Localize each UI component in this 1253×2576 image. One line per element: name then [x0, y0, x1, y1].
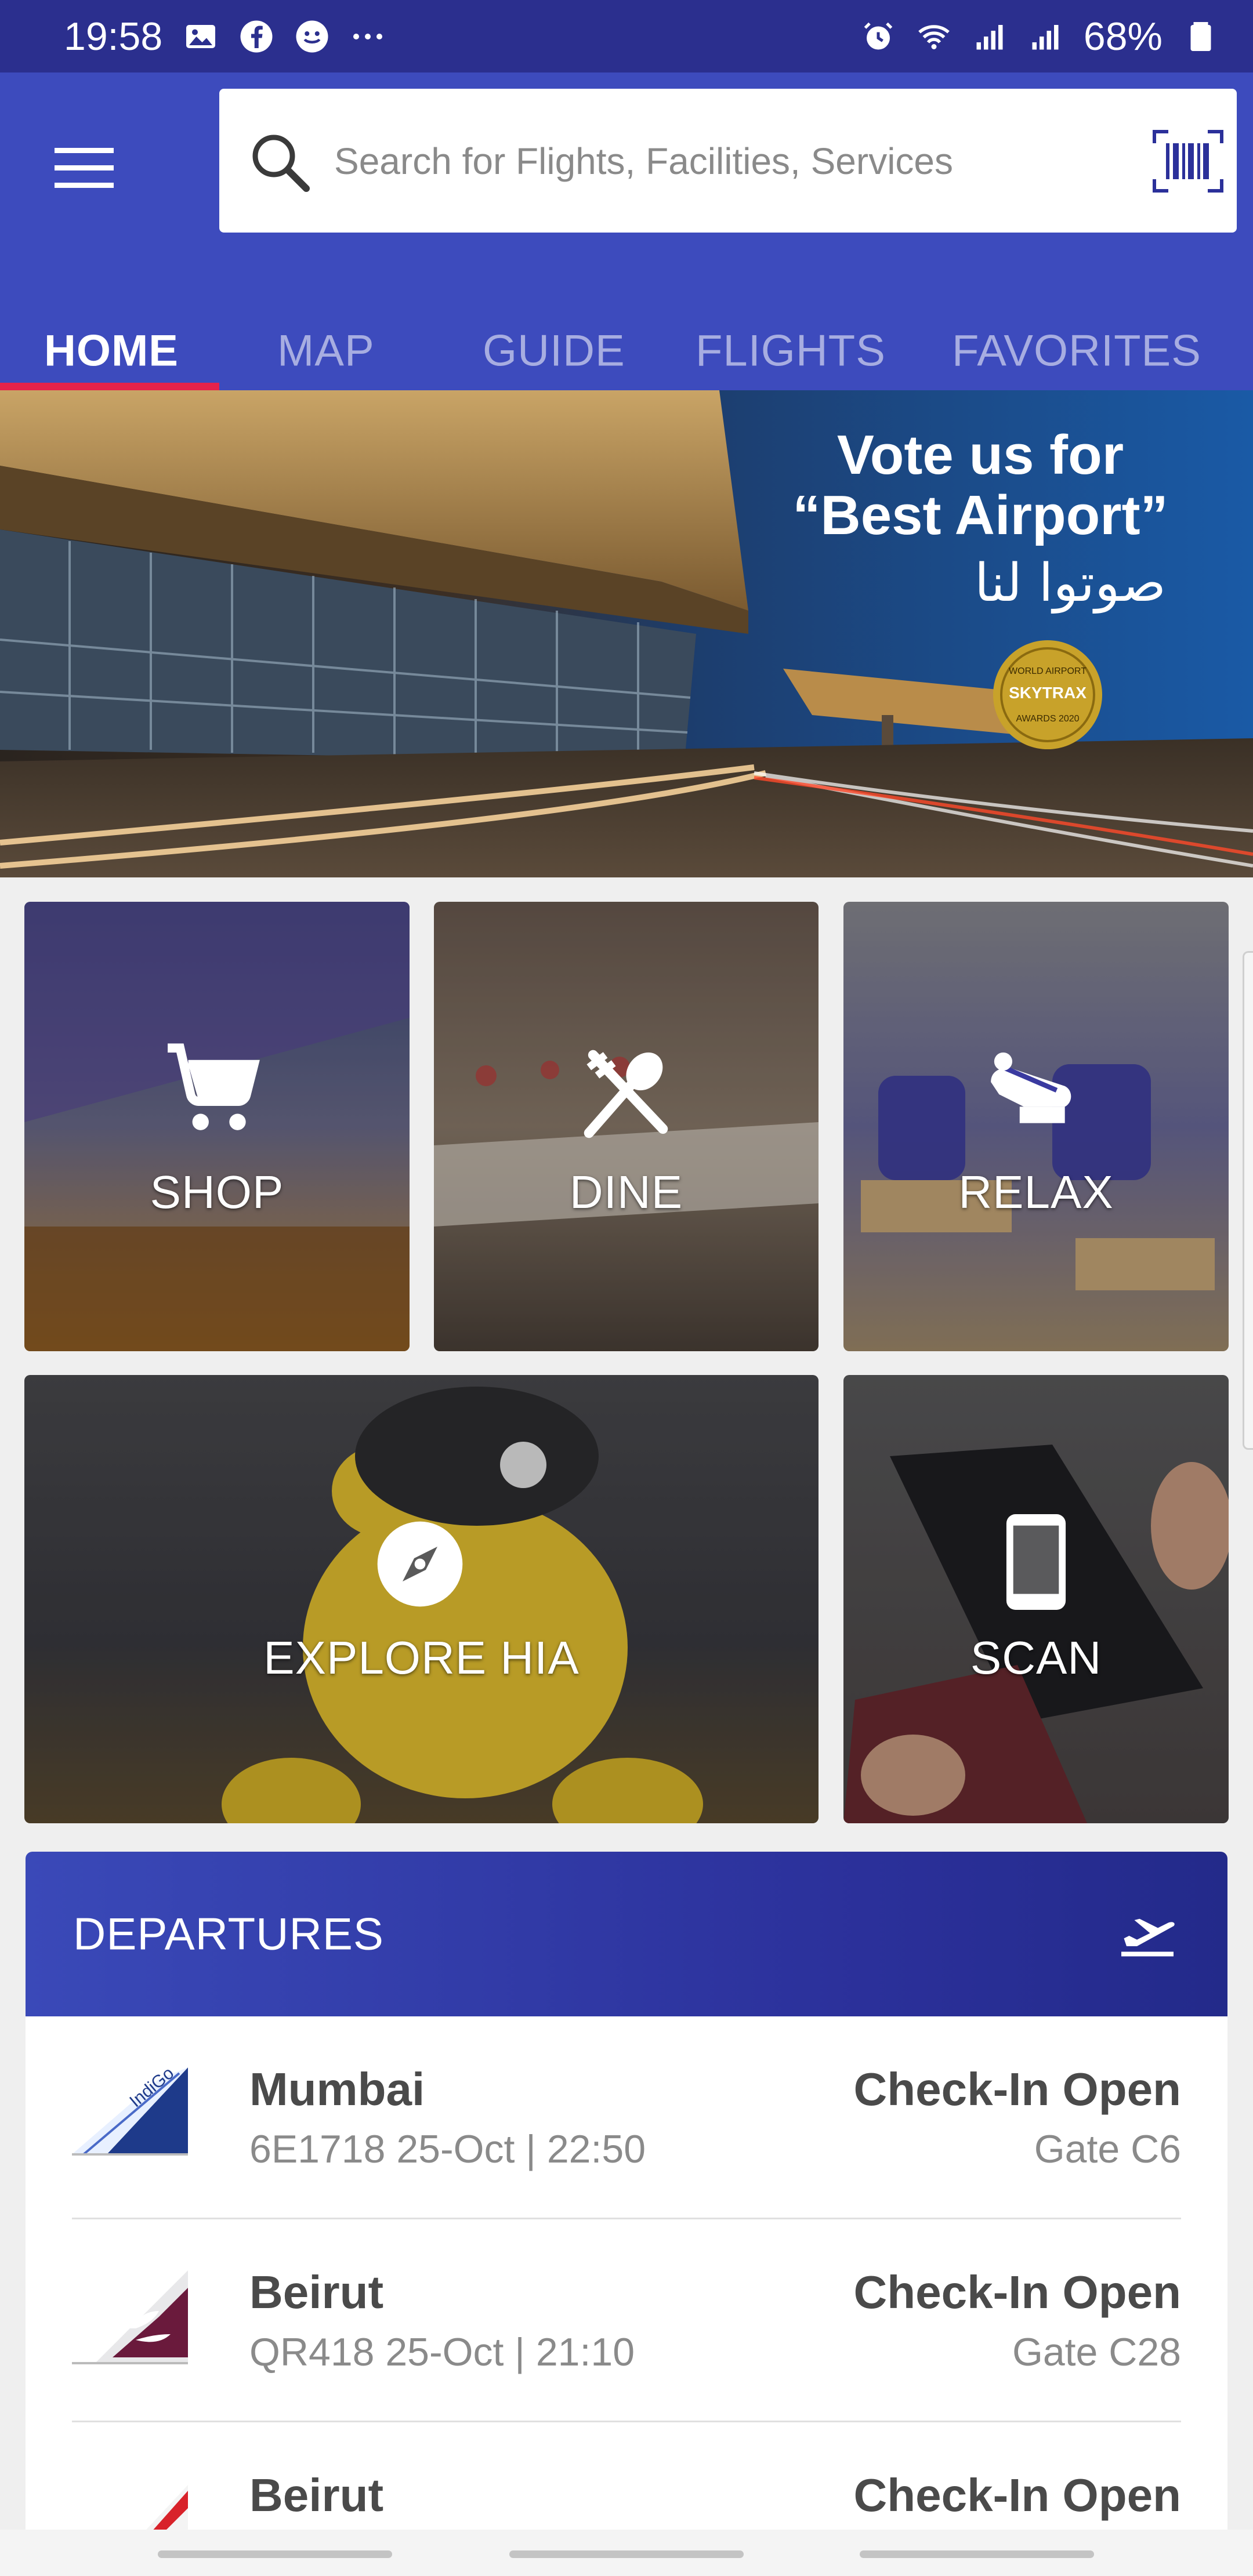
status-left: 19:58 — [64, 14, 385, 59]
phone-icon — [1006, 1514, 1066, 1610]
active-tab-indicator — [0, 383, 219, 390]
scan-tile[interactable]: SCAN — [843, 1375, 1229, 1823]
svg-text:AWARDS 2020: AWARDS 2020 — [1016, 714, 1079, 724]
app-bar: HOME MAP GUIDE FLIGHTS FAVORITES — [0, 72, 1253, 390]
nav-home[interactable] — [509, 2550, 744, 2558]
status-time: 19:58 — [64, 14, 163, 59]
flight-status: Check-In Open — [853, 2266, 1181, 2318]
banner-arabic-text: صوتوا لنا — [974, 553, 1166, 614]
shop-tile[interactable]: SHOP — [24, 902, 410, 1351]
status-right: 68% — [861, 14, 1218, 59]
tab-bar: HOME MAP GUIDE FLIGHTS FAVORITES — [0, 270, 1253, 390]
tab-favorites[interactable]: FAVORITES — [952, 326, 1201, 376]
banner-headline-2: “Best Airport” — [792, 484, 1168, 546]
cart-icon — [168, 1043, 260, 1130]
flight-details: 6E1718 25-Oct | 22:50 — [249, 2127, 646, 2171]
banner-text: Vote us for “Best Airport” صوتوا لنا — [731, 425, 1230, 614]
nav-back[interactable] — [860, 2550, 1094, 2558]
signal-icon — [1028, 19, 1063, 54]
departures-header[interactable]: DEPARTURES — [26, 1852, 1227, 2016]
svg-text:WORLD AIRPORT: WORLD AIRPORT — [1009, 666, 1087, 676]
flight-details: QR418 25-Oct | 21:10 — [249, 2330, 635, 2374]
explore-hia-label: EXPLORE HIA — [263, 1632, 580, 1684]
alarm-icon — [861, 19, 896, 54]
menu-button[interactable] — [46, 130, 122, 206]
indigo-airline-logo: IndiGo — [72, 2063, 188, 2156]
gallery-icon — [183, 19, 218, 54]
flight-destination: Mumbai — [249, 2063, 425, 2115]
battery-percent: 68% — [1083, 14, 1163, 59]
barcode-scan-icon[interactable] — [1152, 129, 1224, 193]
more-dots-icon — [350, 19, 385, 54]
search-bar[interactable] — [219, 89, 1237, 233]
flight-gate: Gate C28 — [1012, 2330, 1181, 2374]
flight-gate: Gate C6 — [1034, 2127, 1181, 2171]
signal-icon — [972, 19, 1007, 54]
edge-panel-handle[interactable] — [1243, 951, 1253, 1450]
shop-label: SHOP — [150, 1166, 284, 1218]
explore-hia-tile[interactable]: EXPLORE HIA — [24, 1375, 819, 1823]
search-icon — [252, 135, 310, 192]
flight-row[interactable]: Beirut QR418 25-Oct | 21:10 Check-In Ope… — [72, 2219, 1181, 2422]
banner-headline-1: Vote us for — [836, 424, 1124, 486]
compass-icon — [377, 1521, 463, 1607]
svg-text:SKYTRAX: SKYTRAX — [1009, 684, 1087, 702]
scan-label: SCAN — [970, 1632, 1102, 1684]
flight-row[interactable]: IndiGo Mumbai 6E1718 25-Oct | 22:50 Chec… — [72, 2016, 1181, 2219]
promo-banner[interactable]: Vote us for “Best Airport” صوتوا لنا WOR… — [0, 390, 1253, 877]
wifi-icon — [917, 19, 951, 54]
facebook-icon — [239, 19, 274, 54]
flight-destination: Beirut — [249, 2469, 384, 2521]
status-bar: 19:58 68% — [0, 0, 1253, 72]
departures-title: DEPARTURES — [73, 1908, 384, 1960]
dine-tile[interactable]: DINE — [434, 902, 819, 1351]
tab-guide[interactable]: GUIDE — [483, 326, 625, 376]
tab-flights[interactable]: FLIGHTS — [696, 326, 886, 376]
nav-recent-apps[interactable] — [158, 2550, 392, 2558]
tab-home[interactable]: HOME — [44, 326, 179, 376]
battery-icon — [1183, 19, 1218, 54]
skytrax-award-badge: WORLD AIRPORT SKYTRAX AWARDS 2020 — [993, 640, 1102, 749]
lounge-icon — [991, 1052, 1071, 1123]
flight-destination: Beirut — [249, 2266, 384, 2318]
qatar-airways-logo — [72, 2270, 188, 2364]
relax-tile[interactable]: RELAX — [843, 902, 1229, 1351]
dine-label: DINE — [569, 1166, 683, 1218]
departures-card: DEPARTURES IndiGo Mumbai 6E1718 25-Oct |… — [26, 1852, 1227, 2576]
cutlery-icon — [584, 1050, 668, 1138]
plane-departure-icon — [1121, 1918, 1175, 1957]
system-nav-bar — [0, 2530, 1253, 2576]
messenger-icon — [295, 19, 329, 54]
relax-label: RELAX — [958, 1166, 1114, 1218]
search-input[interactable] — [334, 124, 1111, 199]
flight-status: Check-In Open — [853, 2469, 1181, 2521]
hamburger-icon — [55, 148, 114, 188]
flight-status: Check-In Open — [853, 2063, 1181, 2115]
tab-map[interactable]: MAP — [277, 326, 375, 376]
